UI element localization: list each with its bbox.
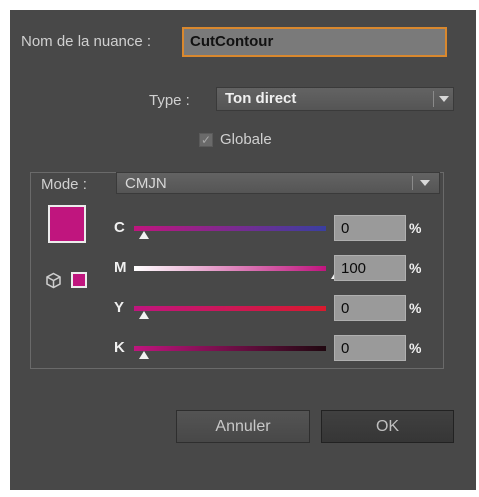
slider-thumb[interactable]: [139, 311, 149, 319]
channel-slider[interactable]: [134, 346, 326, 351]
type-label: Type :: [149, 92, 190, 109]
channel-value-field[interactable]: 100: [334, 255, 406, 281]
channel-slider[interactable]: [134, 266, 326, 271]
percent-label: %: [409, 300, 422, 316]
gamut-swatch[interactable]: [71, 272, 87, 288]
mode-label: Mode :: [36, 176, 90, 193]
ok-button[interactable]: OK: [321, 410, 454, 443]
channel-label: M: [114, 259, 127, 276]
chevron-down-icon: [420, 180, 430, 186]
cancel-button[interactable]: Annuler: [176, 410, 310, 443]
cube-icon[interactable]: [45, 272, 62, 289]
mode-select-value: CMJN: [125, 175, 167, 192]
slider-thumb[interactable]: [139, 351, 149, 359]
channel-value-field[interactable]: 0: [334, 295, 406, 321]
channel-label: K: [114, 339, 125, 356]
swatch-name-field[interactable]: CutContour: [182, 27, 447, 57]
global-checkbox[interactable]: ✓: [199, 133, 213, 147]
channel-value-field[interactable]: 0: [334, 215, 406, 241]
slider-thumb[interactable]: [139, 231, 149, 239]
percent-label: %: [409, 220, 422, 236]
type-select[interactable]: Ton direct: [216, 87, 454, 111]
type-select-divider: [433, 91, 434, 107]
channel-slider[interactable]: [134, 226, 326, 231]
channel-value-field[interactable]: 0: [334, 335, 406, 361]
channel-slider[interactable]: [134, 306, 326, 311]
channel-label: C: [114, 219, 125, 236]
channel-label: Y: [114, 299, 125, 316]
checkmark-icon: ✓: [200, 133, 212, 147]
chevron-down-icon: [439, 96, 449, 102]
mode-select-divider: [412, 176, 413, 190]
color-swatch-preview: [48, 205, 86, 243]
percent-label: %: [409, 260, 422, 276]
swatch-name-label: Nom de la nuance :: [21, 33, 152, 50]
global-label: Globale: [220, 131, 272, 148]
mode-select[interactable]: CMJN: [116, 172, 440, 194]
type-select-value: Ton direct: [225, 90, 297, 107]
percent-label: %: [409, 340, 422, 356]
